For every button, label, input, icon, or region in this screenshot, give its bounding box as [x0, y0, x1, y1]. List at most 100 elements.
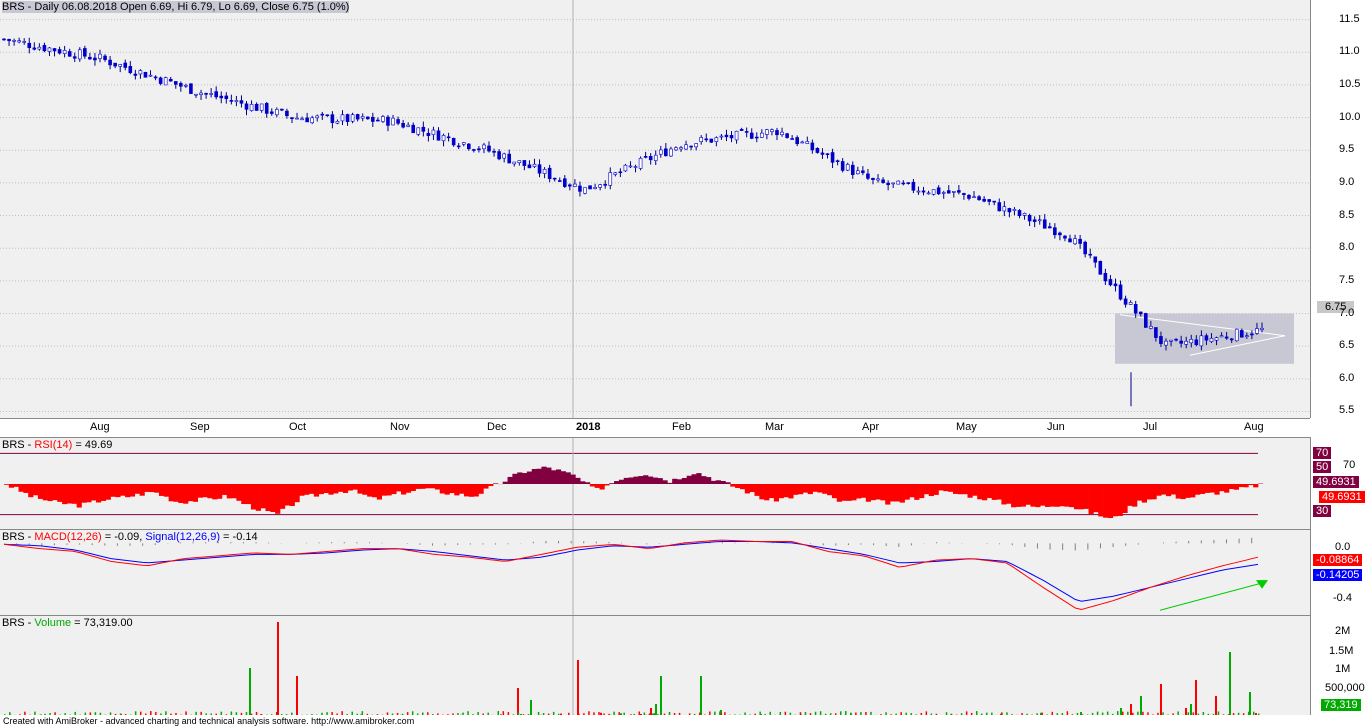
- candle: [320, 113, 325, 116]
- rsi-fill-slice: [449, 484, 455, 494]
- rsi-fill-slice: [270, 484, 276, 512]
- rsi-fill-slice: [1001, 484, 1007, 505]
- rsi-fill-slice: [948, 484, 954, 492]
- rsi-fill-slice: [1170, 484, 1177, 495]
- rsi-fill-slice: [768, 484, 775, 499]
- x-tick-label: May: [956, 421, 977, 433]
- candle: [57, 49, 62, 54]
- candle: [911, 181, 916, 191]
- candle: [770, 129, 774, 132]
- rsi-fill-slice: [260, 484, 266, 509]
- rsi-fill-slice: [764, 484, 770, 501]
- candle: [83, 48, 87, 57]
- rsi-fill-slice: [439, 484, 445, 494]
- date-axis[interactable]: Aug Sep Oct Nov Dec 2018 Feb Mar Apr May Jun Jul Aug: [0, 418, 1310, 438]
- rsi-fill-slice: [187, 484, 194, 502]
- candle: [648, 156, 653, 161]
- rsi-fill-slice: [715, 480, 721, 484]
- macd-pane[interactable]: BRS - MACD(12,26) = -0.09, Signal(12,26,…: [0, 529, 1310, 616]
- candle: [593, 187, 597, 190]
- price-tick-label: 10.0: [1339, 110, 1361, 123]
- rsi-fill-slice: [696, 473, 702, 484]
- rsi-fill-slice: [202, 484, 208, 498]
- candle: [952, 191, 956, 193]
- candle: [1250, 333, 1254, 336]
- candle: [315, 115, 320, 119]
- rsi-fill-slice: [120, 484, 126, 496]
- candle: [1048, 226, 1052, 229]
- candle: [67, 51, 72, 57]
- volume-plot[interactable]: [0, 616, 1310, 716]
- rsi-fill-slice: [81, 484, 87, 503]
- rsi-pane[interactable]: BRS - RSI(14) = 49.69: [0, 437, 1310, 530]
- rsi-fill-slice: [555, 469, 562, 484]
- candle: [977, 196, 981, 201]
- rsi-fill-slice: [657, 478, 663, 484]
- volume-y-axis[interactable]: 2M 1.5M 1M 500,000 73,319: [1310, 615, 1366, 715]
- candle: [264, 103, 269, 114]
- consolidation-box: [1115, 313, 1294, 364]
- rsi-fill-slice: [856, 484, 862, 499]
- rsi-fill-slice: [701, 476, 707, 484]
- candle: [365, 116, 370, 120]
- candle: [613, 172, 618, 175]
- price-plot[interactable]: [0, 0, 1310, 418]
- candle: [497, 151, 501, 160]
- candle: [1007, 208, 1012, 213]
- rsi-fill-slice: [265, 484, 271, 512]
- rsi-fill-slice: [371, 484, 378, 498]
- candle: [426, 132, 431, 136]
- rsi-fill-slice: [1199, 484, 1206, 494]
- candle: [472, 149, 476, 151]
- x-tick-label: Aug: [90, 421, 110, 433]
- rsi-fill-slice: [919, 484, 925, 499]
- candle: [1113, 283, 1118, 287]
- candle: [921, 190, 926, 193]
- candle: [401, 122, 405, 128]
- vol-tick-1m: 1M: [1335, 663, 1351, 675]
- candle: [1108, 279, 1113, 286]
- rsi-fill-slice: [279, 484, 286, 509]
- rsi-fill-slice: [493, 483, 499, 484]
- rsi-y-axis[interactable]: 70 50 70 49.6931 49.6931 30: [1310, 437, 1366, 529]
- candle: [163, 77, 168, 86]
- candle: [987, 199, 991, 202]
- candle: [967, 194, 971, 199]
- price-pane[interactable]: BRS - Daily 06.08.2018 Open 6.69, Hi 6.7…: [0, 0, 1310, 418]
- rsi-fill-slice: [57, 484, 63, 502]
- candle: [376, 119, 380, 122]
- candle: [391, 117, 395, 126]
- x-tick-label: Aug: [1244, 421, 1264, 433]
- candle: [199, 92, 203, 95]
- volume-bar: [700, 676, 702, 716]
- volume-pane[interactable]: BRS - Volume = 73,319.00: [0, 615, 1310, 716]
- rsi-fill-slice: [585, 482, 591, 484]
- candle: [1245, 335, 1249, 337]
- candle: [850, 164, 855, 175]
- rsi-fill-slice: [110, 484, 116, 497]
- price-y-axis[interactable]: 6.75 11.5 11.0 10.5 10.0 9.5 9.0 8.5 8.0 7.5 7.0 6…: [1310, 0, 1366, 418]
- rsi-fill-slice: [672, 478, 678, 484]
- rsi-tag-value-a: 49.6931: [1313, 476, 1359, 488]
- candle: [800, 141, 805, 144]
- candle: [1154, 327, 1158, 338]
- candle: [1083, 241, 1087, 255]
- candle: [88, 56, 92, 60]
- rsi-fill-slice: [943, 484, 949, 492]
- candle: [972, 196, 976, 199]
- candle: [355, 114, 360, 120]
- rsi-plot[interactable]: [0, 438, 1310, 530]
- rsi-fill-slice: [749, 484, 755, 493]
- candle: [512, 161, 517, 165]
- x-tick-label: Apr: [862, 421, 880, 433]
- rsi-fill-slice: [798, 484, 804, 495]
- rsi-fill-slice: [739, 484, 746, 490]
- rsi-name: RSI(14): [34, 439, 73, 451]
- candle: [618, 171, 623, 174]
- rsi-fill-slice: [149, 484, 155, 493]
- macd-y-axis[interactable]: 0.0 -0.08864 -0.14205 -0.4: [1310, 529, 1366, 615]
- volume-bar: [1160, 684, 1162, 716]
- candle: [128, 66, 133, 73]
- rsi-fill-slice: [638, 476, 644, 484]
- candle: [1234, 328, 1239, 342]
